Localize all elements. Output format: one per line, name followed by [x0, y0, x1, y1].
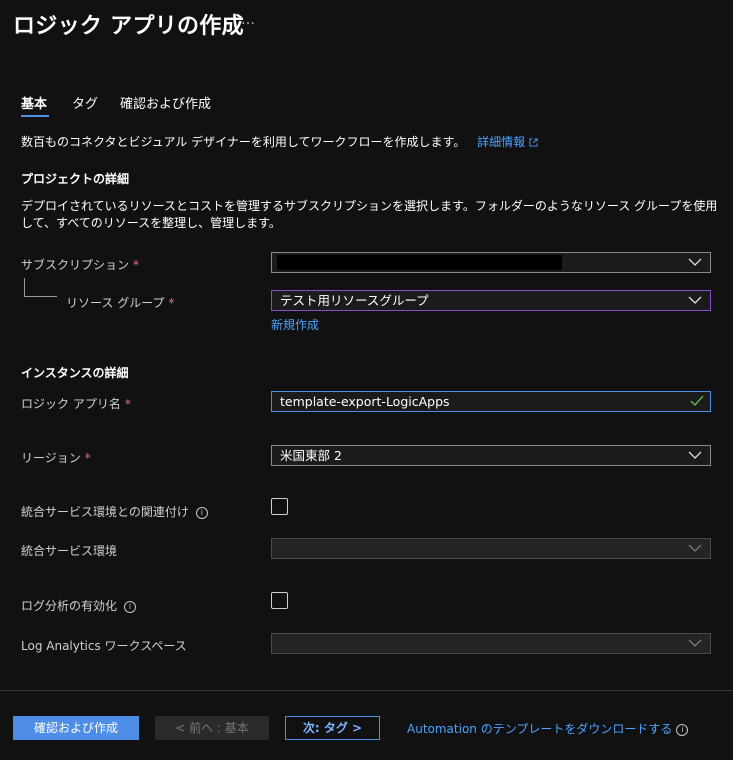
required-marker: *: [124, 397, 131, 411]
review-create-button[interactable]: 確認および作成: [13, 716, 139, 740]
chevron-down-icon: [688, 296, 702, 304]
previous-button[interactable]: < 前へ : 基本: [155, 716, 269, 740]
ise-association-label: 統合サービス環境との関連付け i: [21, 503, 208, 520]
log-analytics-enable-label-text: ログ分析の有効化: [21, 599, 118, 613]
more-options-button[interactable]: …: [241, 12, 256, 28]
logic-app-name-label: ロジック アプリ名 *: [21, 395, 131, 412]
workspace-select[interactable]: [271, 633, 711, 654]
resource-group-select[interactable]: テスト用リソースグループ: [271, 290, 711, 311]
required-marker: *: [133, 258, 140, 272]
resource-group-label-text: リソース グループ: [66, 296, 165, 310]
resource-group-label: リソース グループ *: [66, 294, 175, 311]
external-link-icon: [529, 138, 538, 147]
tree-connector-vertical: [24, 278, 25, 296]
chevron-down-icon: [688, 639, 702, 647]
checkmark-icon: [690, 395, 704, 407]
required-marker: *: [168, 296, 175, 310]
intro-text: 数百ものコネクタとビジュアル デザイナーを利用してワークフローを作成します。: [21, 135, 466, 149]
ise-select[interactable]: [271, 538, 711, 559]
footer-divider: [0, 690, 733, 691]
log-analytics-checkbox[interactable]: [271, 592, 288, 609]
tree-connector-horizontal: [24, 296, 57, 297]
project-details-heading: プロジェクトの詳細: [21, 172, 130, 186]
logic-app-name-input[interactable]: template-export-LogicApps: [271, 391, 711, 412]
region-label: リージョン *: [21, 449, 91, 466]
download-template-label: Automation のテンプレートをダウンロードする: [407, 722, 673, 736]
next-button[interactable]: 次: タグ >: [285, 716, 380, 740]
log-analytics-enable-label: ログ分析の有効化 i: [21, 597, 137, 614]
tab-tags[interactable]: タグ: [72, 93, 98, 112]
project-details-description: デプロイされているリソースとコストを管理するサブスクリプションを選択します。フォ…: [21, 199, 718, 230]
subscription-label-text: サブスクリプション: [21, 258, 130, 272]
region-label-text: リージョン: [21, 451, 81, 465]
ise-label: 統合サービス環境: [21, 544, 118, 558]
logic-app-name-label-text: ロジック アプリ名: [21, 397, 121, 411]
tab-review-create[interactable]: 確認および作成: [120, 93, 211, 112]
region-select[interactable]: 米国東部 2: [271, 445, 711, 466]
create-new-link[interactable]: 新規作成: [271, 316, 319, 333]
learn-more-label: 詳細情報: [477, 135, 526, 149]
chevron-down-icon: [688, 544, 702, 552]
ise-association-label-text: 統合サービス環境との関連付け: [21, 505, 189, 519]
tab-basics[interactable]: 基本: [21, 93, 47, 112]
subscription-select[interactable]: [271, 252, 711, 273]
chevron-down-icon: [688, 451, 702, 459]
subscription-label: サブスクリプション *: [21, 256, 139, 273]
instance-details-heading: インスタンスの詳細: [21, 366, 129, 380]
redacted-subscription-value: [277, 255, 562, 270]
chevron-down-icon: [688, 258, 702, 266]
logic-app-name-value: template-export-LogicApps: [280, 394, 450, 409]
active-tab-indicator: [21, 115, 49, 117]
info-icon[interactable]: i: [676, 723, 689, 736]
learn-more-link[interactable]: 詳細情報: [477, 135, 538, 149]
intro-description: 数百ものコネクタとビジュアル デザイナーを利用してワークフローを作成します。 詳…: [21, 133, 538, 150]
download-template-link[interactable]: Automation のテンプレートをダウンロードする i: [407, 720, 689, 737]
region-value: 米国東部 2: [280, 448, 342, 463]
resource-group-value: テスト用リソースグループ: [280, 293, 429, 308]
page-title: ロジック アプリの作成: [13, 14, 244, 39]
info-icon[interactable]: i: [195, 506, 208, 519]
required-marker: *: [84, 451, 91, 465]
workspace-label: Log Analytics ワークスペース: [21, 639, 187, 653]
info-icon[interactable]: i: [124, 600, 137, 613]
ise-association-checkbox[interactable]: [271, 498, 288, 515]
